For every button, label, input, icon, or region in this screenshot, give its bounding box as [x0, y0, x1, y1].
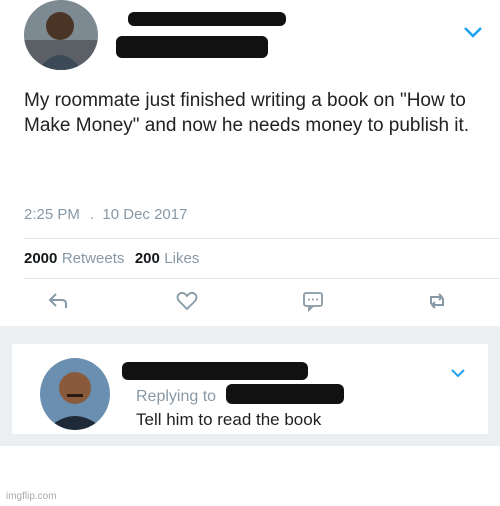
retweet-icon[interactable] — [426, 290, 448, 312]
redacted-name — [128, 12, 286, 26]
message-icon[interactable] — [302, 290, 324, 313]
tweet-stats: 2000 Retweets 200 Likes — [24, 250, 199, 268]
like-icon[interactable] — [176, 290, 198, 312]
retweets-count[interactable]: 2000 — [24, 250, 57, 267]
likes-label[interactable]: Likes — [164, 250, 199, 267]
tweet-text: My roommate just finished writing a book… — [24, 90, 470, 136]
tweet-timestamp: 2:25 PM . 10 Dec 2017 — [24, 206, 187, 223]
footer-separator — [0, 434, 500, 446]
redacted-replying-handle — [226, 384, 344, 404]
chevron-down-icon[interactable] — [450, 366, 466, 378]
chevron-down-icon[interactable] — [462, 24, 484, 40]
reply-right-border — [488, 344, 500, 434]
divider — [24, 238, 500, 239]
avatar[interactable] — [24, 0, 98, 70]
reply-text: Tell him to read the book — [136, 410, 322, 429]
watermark: imgflip.com — [6, 491, 57, 502]
reply-left-border — [0, 344, 12, 434]
reply-icon[interactable] — [48, 290, 70, 312]
tweet-date: 10 Dec 2017 — [102, 206, 188, 223]
replying-to-label: Replying to — [136, 388, 217, 405]
redacted-reply-name — [122, 362, 308, 380]
tweet-time: 2:25 PM — [24, 206, 80, 223]
retweets-label[interactable]: Retweets — [62, 250, 125, 267]
divider — [24, 278, 500, 279]
thread-separator — [0, 326, 500, 346]
redacted-handle — [116, 36, 268, 58]
reply-avatar[interactable] — [40, 358, 110, 430]
likes-count[interactable]: 200 — [135, 250, 160, 267]
timestamp-separator: . — [90, 206, 95, 223]
